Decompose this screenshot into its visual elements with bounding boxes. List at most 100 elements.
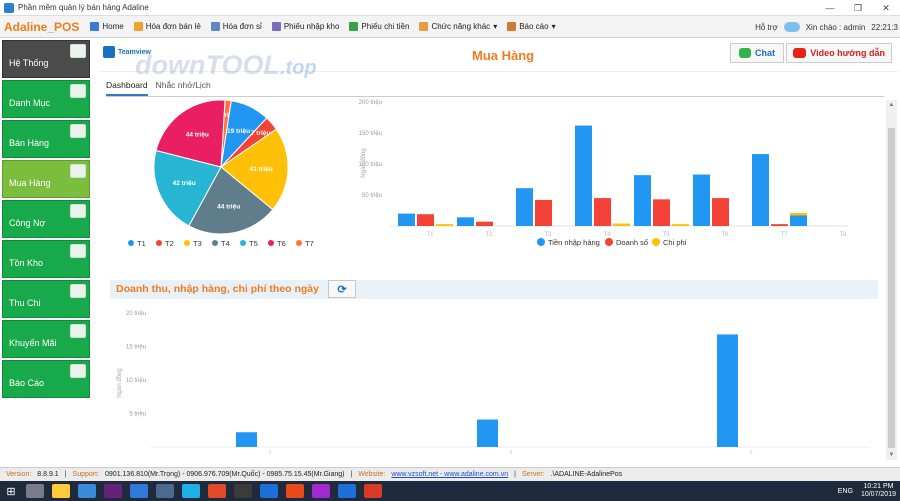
taskbar-app-icon[interactable] (364, 484, 382, 498)
menu-retail-invoice[interactable]: Hóa đơn bán lẻ (129, 16, 206, 38)
restore-button[interactable]: ❐ (844, 0, 872, 16)
scroll-down-arrow-icon[interactable]: ▼ (886, 450, 897, 460)
menu-label: Phiếu chi tiền (361, 22, 410, 31)
sidebar-item-reports[interactable]: Báo Cáo (2, 360, 90, 398)
bar-daily (477, 419, 498, 447)
taskbar-app-icon[interactable] (286, 484, 304, 498)
taskbar-app-icon[interactable] (208, 484, 226, 498)
x-tick-label: T5 (662, 232, 670, 238)
cart-icon (70, 164, 86, 178)
windows-start-icon[interactable]: ⊞ (0, 481, 22, 501)
sidebar-item-system[interactable]: Hệ Thống (2, 40, 90, 78)
watermark-suffix: .top (279, 57, 317, 79)
website-link[interactable]: www.vzsoft.net - www.adaline.com.vn (391, 471, 508, 478)
promotion-icon (70, 324, 86, 338)
taskbar-app-icon[interactable] (78, 484, 96, 498)
taskbar-app-icon[interactable] (104, 484, 122, 498)
system-icon (70, 44, 86, 58)
sidebar: Hệ Thống Danh Mục Bán Hàng Mua Hàng Công… (2, 40, 90, 400)
statusbar: Version: 8.8.9.1 | Support: 0901.136.810… (0, 467, 900, 481)
bar-tiền-nhập-hàng (752, 154, 769, 226)
sidebar-item-label: Công Nợ (9, 218, 46, 228)
bar-tiền-nhập-hàng (575, 125, 592, 226)
taskbar-app-icon[interactable] (182, 484, 200, 498)
video-label: Video hướng dẫn (810, 48, 885, 58)
menu-label: Hóa đơn bán lẻ (145, 22, 201, 31)
menu-wholesale-invoice[interactable]: Hóa đơn sỉ (206, 16, 267, 38)
help-link[interactable]: Hỗ trợ (755, 23, 778, 32)
brand-logo: Adaline_POS (4, 19, 80, 34)
menu-stock-receipt[interactable]: Phiếu nhập kho (267, 16, 345, 38)
taskbar-app-icon[interactable] (52, 484, 70, 498)
y-tick-label: 20 triệu (126, 311, 146, 317)
system-tray: ENG 10:21 PM 10/07/2019 (838, 481, 896, 501)
tray-date: 10/07/2019 (860, 491, 896, 498)
sidebar-item-debt[interactable]: Công Nợ (2, 200, 90, 238)
bar-tiền-nhập-hàng (634, 175, 651, 226)
sidebar-item-label: Tồn Kho (9, 258, 44, 268)
taskbar-app-icon[interactable] (260, 484, 278, 498)
report-icon (507, 22, 517, 31)
video-guide-button[interactable]: Video hướng dẫn (786, 43, 892, 63)
sidebar-item-purchasing[interactable]: Mua Hàng (2, 160, 90, 198)
y-tick-label: 5 triệu (129, 412, 146, 418)
legend-swatch (268, 240, 274, 246)
sidebar-item-promotions[interactable]: Khuyến Mãi (2, 320, 90, 358)
tray-clock[interactable]: 10:21 PM 10/07/2019 (861, 483, 896, 499)
minimize-button[interactable]: — (816, 0, 844, 16)
language-indicator[interactable]: ENG (838, 488, 853, 495)
tab-dashboard[interactable]: Dashboard (106, 78, 148, 96)
scroll-thumb[interactable] (888, 128, 895, 448)
status-separator: | (350, 471, 353, 478)
vertical-scrollbar[interactable]: ▲ ▼ (886, 100, 897, 460)
dropdown-arrow-icon: ▾ (493, 22, 498, 31)
y-tick-label: 100 triệu (359, 162, 382, 168)
legend-label: T6 (277, 239, 286, 248)
sidebar-item-inventory[interactable]: Tồn Kho (2, 240, 90, 278)
taskbar-app-icon[interactable] (338, 484, 356, 498)
sidebar-item-label: Hệ Thống (9, 58, 49, 68)
chat-icon (739, 48, 751, 58)
pie-slice-label: 42 triệu (173, 180, 196, 187)
pie-slice-T5 (153, 149, 222, 227)
menu-payment-voucher[interactable]: Phiếu chi tiền (344, 16, 414, 38)
close-button[interactable]: ✕ (872, 0, 900, 16)
menu-other-functions[interactable]: Chức năng khác ▾ (414, 16, 502, 38)
taskbar-app-icon[interactable] (312, 484, 330, 498)
taskbar-app-icon[interactable] (130, 484, 148, 498)
bar-tiền-nhập-hàng (457, 217, 474, 226)
cloud-icon (783, 22, 800, 32)
section-title: Doanh thu, nhập hàng, chi phí theo ngày (116, 283, 319, 295)
legend-swatch (537, 238, 545, 246)
sidebar-item-label: Khuyến Mãi (9, 338, 57, 348)
payment-icon (349, 22, 359, 31)
legend-swatch (212, 240, 218, 246)
pie-slice-T3 (220, 128, 289, 211)
functions-icon (419, 22, 429, 31)
taskbar-app-icon[interactable] (156, 484, 174, 498)
menubar-right: Hỗ trợ Xin chào : admin 22:21:3 (755, 16, 900, 38)
bar-chi-phí (672, 224, 689, 226)
sidebar-item-sales[interactable]: Bán Hàng (2, 120, 90, 158)
pie-slice-T6 (155, 99, 226, 168)
legend-label: T4 (221, 239, 230, 248)
menu-home[interactable]: Home (85, 16, 128, 38)
menu-label: Home (102, 22, 124, 31)
chat-button[interactable]: Chat (730, 43, 784, 63)
scroll-up-arrow-icon[interactable]: ▲ (886, 100, 897, 110)
x-tick-label: T1 (426, 232, 434, 238)
x-tick-label: T4 (603, 232, 611, 238)
menu-reports[interactable]: Báo cáo ▾ (502, 16, 560, 38)
y-tick-label: 200 triệu (359, 100, 382, 106)
sidebar-item-income-expense[interactable]: Thu Chi (2, 280, 90, 318)
taskbar-app-icon[interactable] (234, 484, 252, 498)
x-tick-label: T7 (780, 232, 788, 238)
bar-tiền-nhập-hàng (693, 174, 710, 226)
sidebar-item-catalog[interactable]: Danh Mục (2, 80, 90, 118)
tab-reminders[interactable]: Nhắc nhở/Lịch (156, 78, 211, 96)
taskbar-app-icon[interactable] (26, 484, 44, 498)
server-label: Server: (521, 471, 545, 478)
tabs: Dashboard Nhắc nhở/Lịch (106, 78, 211, 96)
refresh-button[interactable]: ⟳ (328, 280, 356, 298)
legend-swatch (296, 240, 302, 246)
